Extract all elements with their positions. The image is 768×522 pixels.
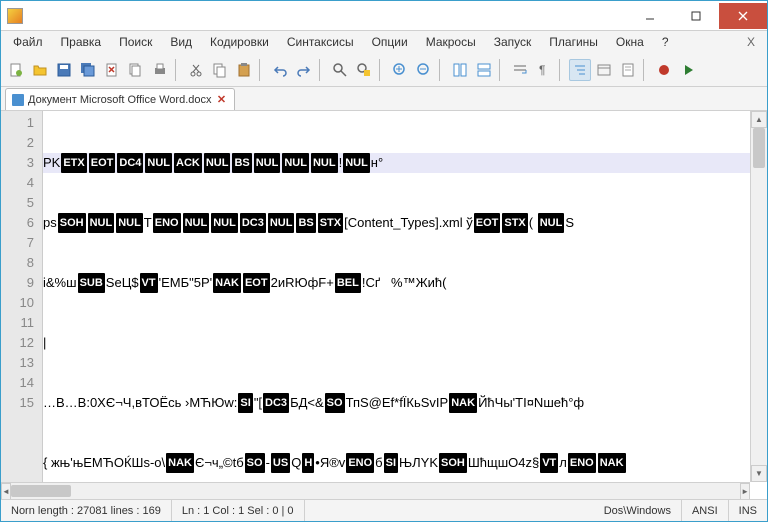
copy-icon[interactable] (209, 59, 231, 81)
menu-macros[interactable]: Макросы (418, 33, 484, 51)
line-number: 2 (1, 133, 34, 153)
line-number: 9 (1, 273, 34, 293)
menu-help[interactable]: ? (654, 33, 677, 51)
menu-search[interactable]: Поиск (111, 33, 160, 51)
line-number: 12 (1, 333, 34, 353)
status-eol: Dos\Windows (594, 500, 682, 521)
app-icon (7, 8, 23, 24)
horizontal-scrollbar[interactable]: ◄ ► (1, 482, 750, 499)
editor: 1 2 3 4 5 6 7 8 9 10 11 12 13 14 15 PKET… (1, 111, 767, 482)
line-number: 8 (1, 253, 34, 273)
record-icon[interactable] (653, 59, 675, 81)
tab-close-icon[interactable]: ✕ (216, 94, 228, 106)
new-icon[interactable] (5, 59, 27, 81)
status-mode: INS (729, 500, 767, 521)
svg-text:¶: ¶ (539, 63, 545, 77)
scroll-thumb[interactable] (753, 128, 765, 168)
toolbar: ¶ (1, 53, 767, 87)
statusbar: Norn length : 27081 lines : 169 Ln : 1 C… (1, 499, 767, 521)
find-icon[interactable] (329, 59, 351, 81)
print-icon[interactable] (149, 59, 171, 81)
menu-run[interactable]: Запуск (486, 33, 540, 51)
code-line: { жњ'њЕМЋОЌШs-о\NAKЄ¬ч„©tбSO-USQH•Я®vENO… (43, 453, 750, 473)
line-number: 15 (1, 393, 34, 413)
zoom-out-icon[interactable] (413, 59, 435, 81)
line-number: 11 (1, 313, 34, 333)
folder-icon[interactable] (593, 59, 615, 81)
code-line: | (43, 333, 750, 353)
scroll-up-icon[interactable]: ▲ (751, 111, 767, 128)
menu-edit[interactable]: Правка (53, 33, 110, 51)
tab-label: Документ Microsoft Office Word.docx (28, 94, 212, 106)
line-number: 10 (1, 293, 34, 313)
line-number: 5 (1, 193, 34, 213)
maximize-button[interactable] (673, 3, 719, 29)
doc-map-icon[interactable] (617, 59, 639, 81)
file-icon (12, 94, 24, 106)
save-icon[interactable] (53, 59, 75, 81)
redo-icon[interactable] (293, 59, 315, 81)
menu-options[interactable]: Опции (364, 33, 416, 51)
line-number: 14 (1, 373, 34, 393)
status-length: Norn length : 27081 lines : 169 (1, 500, 172, 521)
close-all-icon[interactable] (125, 59, 147, 81)
line-number: 7 (1, 233, 34, 253)
line-number: 3 (1, 153, 34, 173)
sync-v-icon[interactable] (449, 59, 471, 81)
zoom-in-icon[interactable] (389, 59, 411, 81)
gutter: 1 2 3 4 5 6 7 8 9 10 11 12 13 14 15 (1, 111, 43, 482)
close-doc-icon[interactable] (101, 59, 123, 81)
code-area[interactable]: PKETXEOTDC4NULACKNULBSNULNULNUL!NULн° ps… (43, 111, 750, 482)
menu-file[interactable]: Файл (5, 33, 51, 51)
menu-windows[interactable]: Окна (608, 33, 652, 51)
scroll-down-icon[interactable]: ▼ (751, 465, 767, 482)
tab-document[interactable]: Документ Microsoft Office Word.docx ✕ (5, 88, 235, 110)
scroll-thumb[interactable] (11, 485, 71, 497)
minimize-button[interactable] (627, 3, 673, 29)
cut-icon[interactable] (185, 59, 207, 81)
code-line: PKETXEOTDC4NULACKNULBSNULNULNUL!NULн° (43, 153, 750, 173)
undo-icon[interactable] (269, 59, 291, 81)
replace-icon[interactable] (353, 59, 375, 81)
menubar: Файл Правка Поиск Вид Кодировки Синтакси… (1, 31, 767, 53)
status-encoding: ANSI (682, 500, 729, 521)
open-icon[interactable] (29, 59, 51, 81)
play-icon[interactable] (677, 59, 699, 81)
all-chars-icon[interactable]: ¶ (533, 59, 555, 81)
scroll-right-icon[interactable]: ► (740, 483, 750, 500)
menu-syntax[interactable]: Синтаксисы (279, 33, 362, 51)
menu-view[interactable]: Вид (162, 33, 200, 51)
indent-guide-icon[interactable] (569, 59, 591, 81)
line-number: 13 (1, 353, 34, 373)
tabbar: Документ Microsoft Office Word.docx ✕ (1, 87, 767, 111)
code-line: psSOHNULNULTENONULNULDC3NULBSSTX[Content… (43, 213, 750, 233)
code-line: i&%шSUBSeЦ$VT'EMБ"5P'NAKEOT2иRЮфF+BEL!Cґ… (43, 273, 750, 293)
wrap-icon[interactable] (509, 59, 531, 81)
menu-encoding[interactable]: Кодировки (202, 33, 277, 51)
paste-icon[interactable] (233, 59, 255, 81)
titlebar (1, 1, 767, 31)
code-line: …В…В:0ХЄ¬Ч,вТОЁсь ›МЋЮw:SI"[DC3БД<&SOТпS… (43, 393, 750, 413)
scroll-track[interactable] (11, 483, 740, 499)
status-position: Ln : 1 Col : 1 Sel : 0 | 0 (172, 500, 305, 521)
line-number: 4 (1, 173, 34, 193)
line-number: 1 (1, 113, 34, 133)
vertical-scrollbar[interactable]: ▲ ▼ (750, 111, 767, 482)
scroll-left-icon[interactable]: ◄ (1, 483, 11, 500)
scroll-track[interactable] (751, 128, 767, 465)
menu-plugins[interactable]: Плагины (541, 33, 606, 51)
menu-close-doc[interactable]: X (739, 35, 763, 49)
line-number: 6 (1, 213, 34, 233)
sync-h-icon[interactable] (473, 59, 495, 81)
save-all-icon[interactable] (77, 59, 99, 81)
close-button[interactable] (719, 3, 767, 29)
